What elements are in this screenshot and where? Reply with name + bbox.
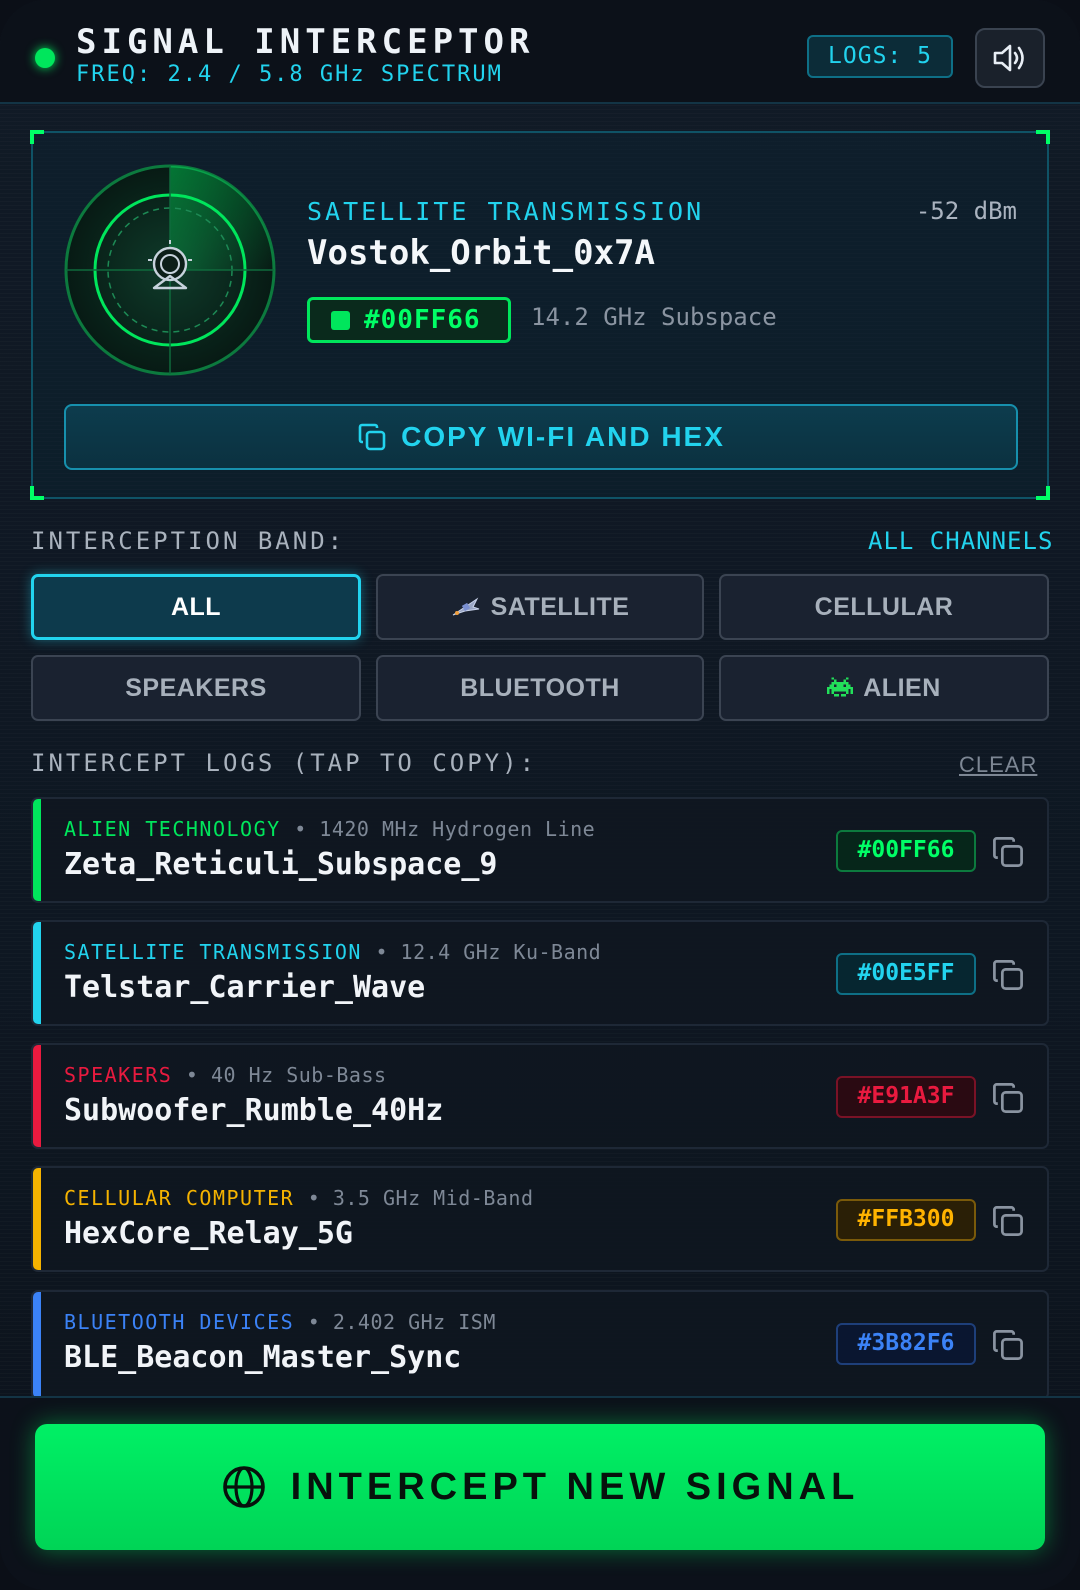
band-satellite-button[interactable]: SATELLITE: [376, 574, 704, 640]
log-category: ALIEN TECHNOLOGY: [64, 817, 281, 841]
signal-category: SATELLITE TRANSMISSION: [307, 197, 705, 226]
log-hex-badge: #00FF66: [836, 830, 976, 872]
log-hex-badge: #00E5FF: [836, 953, 976, 995]
log-meta: BLUETOOTH DEVICES • 2.402 GHz ISM: [64, 1310, 496, 1334]
log-meta: SATELLITE TRANSMISSION • 12.4 GHz Ku-Ban…: [64, 940, 601, 964]
frame-corner: [1036, 486, 1050, 500]
log-signal-name: Subwoofer_Rumble_40Hz: [64, 1093, 444, 1128]
log-category: SPEAKERS: [64, 1063, 173, 1087]
copy-icon[interactable]: [991, 1081, 1025, 1115]
log-frequency: • 2.402 GHz ISM: [307, 1310, 496, 1334]
copy-icon[interactable]: [991, 835, 1025, 869]
log-category: CELLULAR COMPUTER: [64, 1186, 295, 1210]
log-signal-name: Zeta_Reticuli_Subspace_9: [64, 847, 498, 882]
radar-scope: [64, 164, 276, 376]
band-label: CELLULAR: [814, 592, 954, 621]
copy-button-label: COPY WI-FI AND HEX: [401, 421, 725, 452]
band-bluetooth-button[interactable]: BLUETOOTH: [376, 655, 704, 721]
log-accent-bar: [33, 922, 41, 1024]
speaker-volume-icon: [993, 44, 1024, 72]
logs-section-label: INTERCEPT LOGS (TAP TO COPY):: [31, 749, 538, 777]
log-meta: CELLULAR COMPUTER • 3.5 GHz Mid-Band: [64, 1186, 534, 1210]
log-accent-bar: [33, 1292, 41, 1398]
log-item-cellular[interactable]: CELLULAR COMPUTER • 3.5 GHz Mid-Band Hex…: [31, 1166, 1049, 1272]
log-category: SATELLITE TRANSMISSION: [64, 940, 362, 964]
log-frequency: • 1420 MHz Hydrogen Line: [294, 817, 596, 841]
band-cellular-button[interactable]: CELLULAR: [719, 574, 1049, 640]
copy-icon[interactable]: [991, 958, 1025, 992]
log-category: BLUETOOTH DEVICES: [64, 1310, 295, 1334]
copy-icon: [358, 423, 386, 451]
log-item-bluetooth[interactable]: BLUETOOTH DEVICES • 2.402 GHz ISM BLE_Be…: [31, 1290, 1049, 1400]
log-meta: ALIEN TECHNOLOGY • 1420 MHz Hydrogen Lin…: [64, 817, 595, 841]
alien-invader-icon: [827, 677, 854, 697]
band-section-label: INTERCEPTION BAND:: [31, 527, 346, 555]
log-hex-badge: #E91A3F: [836, 1076, 976, 1118]
band-label: ALL: [170, 592, 222, 621]
log-accent-bar: [33, 799, 41, 901]
color-swatch: [331, 310, 350, 330]
log-accent-bar: [33, 1045, 41, 1147]
band-label: SPEAKERS: [125, 673, 267, 702]
log-frequency: • 12.4 GHz Ku-Band: [375, 940, 602, 964]
app-screen: SIGNAL INTERCEPTOR FREQ: 2.4 / 5.8 GHz S…: [0, 0, 1080, 1590]
frequency-subtitle: FREQ: 2.4 / 5.8 GHz SPECTRUM: [76, 62, 503, 87]
log-hex-badge: #3B82F6: [836, 1323, 976, 1365]
log-meta: SPEAKERS • 40 Hz Sub-Bass: [64, 1063, 387, 1087]
band-alien-button[interactable]: ALIEN: [719, 655, 1049, 721]
hex-color-chip[interactable]: #00FF66: [307, 297, 511, 343]
log-item-alien[interactable]: ALIEN TECHNOLOGY • 1420 MHz Hydrogen Lin…: [31, 797, 1049, 903]
logs-count-badge: LOGS: 5: [807, 35, 953, 78]
all-channels-link[interactable]: ALL CHANNELS: [868, 527, 1053, 555]
signal-name: Vostok_Orbit_0x7A: [307, 233, 655, 273]
log-signal-name: HexCore_Relay_5G: [64, 1216, 353, 1251]
band-label: SATELLITE: [490, 592, 630, 621]
band-all-button[interactable]: ALL: [31, 574, 361, 640]
log-hex-badge: #FFB300: [836, 1199, 976, 1241]
globe-icon: [222, 1466, 265, 1508]
app-title: SIGNAL INTERCEPTOR: [76, 22, 535, 62]
frame-corner: [1036, 130, 1050, 144]
signal-strength: -52 dBm: [915, 197, 1017, 225]
log-accent-bar: [33, 1168, 41, 1270]
band-speakers-button[interactable]: SPEAKERS: [31, 655, 361, 721]
satellite-icon: [452, 597, 479, 616]
intercept-new-signal-button[interactable]: INTERCEPT NEW SIGNAL: [35, 1424, 1045, 1550]
band-label: BLUETOOTH: [460, 673, 620, 702]
hex-code: #00FF66: [364, 305, 481, 335]
log-signal-name: Telstar_Carrier_Wave: [64, 970, 426, 1005]
intercept-button-label: INTERCEPT NEW SIGNAL: [290, 1465, 860, 1508]
frame-corner: [30, 130, 44, 144]
featured-signal-card: SATELLITE TRANSMISSION -52 dBm Vostok_Or…: [30, 130, 1050, 500]
log-frequency: • 40 Hz Sub-Bass: [185, 1063, 387, 1087]
sound-toggle-button[interactable]: [975, 28, 1045, 88]
copy-icon[interactable]: [991, 1328, 1025, 1362]
clear-logs-button[interactable]: CLEAR: [959, 752, 1037, 778]
status-indicator: [35, 48, 55, 68]
log-item-speakers[interactable]: SPEAKERS • 40 Hz Sub-Bass Subwoofer_Rumb…: [31, 1043, 1049, 1149]
copy-wifi-hex-button[interactable]: COPY WI-FI AND HEX: [64, 404, 1018, 470]
log-item-satellite[interactable]: SATELLITE TRANSMISSION • 12.4 GHz Ku-Ban…: [31, 920, 1049, 1026]
copy-icon[interactable]: [991, 1204, 1025, 1238]
frame-corner: [30, 486, 44, 500]
app-header: SIGNAL INTERCEPTOR FREQ: 2.4 / 5.8 GHz S…: [0, 0, 1080, 104]
signal-frequency: 14.2 GHz Subspace: [531, 303, 777, 331]
band-label: ALIEN: [863, 673, 941, 702]
log-signal-name: BLE_Beacon_Master_Sync: [64, 1340, 462, 1375]
log-frequency: • 3.5 GHz Mid-Band: [307, 1186, 534, 1210]
